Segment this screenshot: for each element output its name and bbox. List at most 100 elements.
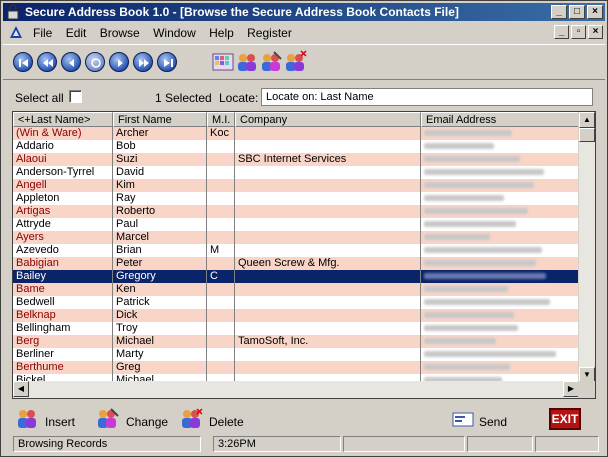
cell-last-name: Bailey	[13, 270, 113, 283]
table-row[interactable]: Belknap Dick	[13, 309, 579, 322]
exit-button[interactable]: EXIT	[549, 408, 581, 430]
table-row[interactable]: Bame Ken	[13, 283, 579, 296]
column-header-company[interactable]: Company	[235, 112, 421, 127]
blurred-email	[424, 260, 536, 266]
table-row[interactable]: Alaoui Suzi SBC Internet Services	[13, 153, 579, 166]
cell-last-name: Angell	[13, 179, 113, 192]
table-row[interactable]: Attryde Paul	[13, 218, 579, 231]
blurred-email	[424, 312, 514, 318]
scroll-right-icon[interactable]: ▶	[563, 381, 579, 397]
cell-email	[421, 270, 579, 283]
column-header-first-name[interactable]: First Name	[113, 112, 207, 127]
cell-first-name: Peter	[113, 257, 207, 270]
delete-button[interactable]: Delete	[179, 408, 245, 432]
menu-browse[interactable]: Browse	[100, 26, 140, 40]
mosaic-icon[interactable]	[211, 50, 235, 74]
change-button[interactable]: Change	[95, 408, 169, 432]
close-button[interactable]: ×	[587, 5, 603, 19]
select-all-checkbox[interactable]	[69, 90, 82, 103]
next-page-button[interactable]	[133, 52, 153, 72]
prev-record-button[interactable]	[61, 52, 81, 72]
cell-last-name: Addario	[13, 140, 113, 153]
change-label: Change	[126, 415, 169, 429]
status-mode: Browsing Records	[13, 436, 201, 452]
cell-email	[421, 296, 579, 309]
menu-register[interactable]: Register	[247, 26, 292, 40]
child-minimize-button[interactable]: _	[554, 25, 569, 39]
cell-email	[421, 218, 579, 231]
table-row[interactable]: Bedwell Patrick	[13, 296, 579, 309]
send-button[interactable]: Send	[451, 408, 511, 432]
cell-first-name: Brian	[113, 244, 207, 257]
child-restore-button[interactable]: ▫	[571, 25, 586, 39]
cell-first-name: David	[113, 166, 207, 179]
insert-button[interactable]: Insert	[15, 408, 77, 432]
contacts-icon[interactable]	[235, 50, 259, 74]
cell-last-name: Alaoui	[13, 153, 113, 166]
contacts-delete-icon[interactable]	[283, 50, 307, 74]
app-logo-icon[interactable]	[9, 25, 23, 39]
minimize-button[interactable]: _	[551, 5, 567, 19]
column-header-mi[interactable]: M.I.	[207, 112, 235, 127]
maximize-button[interactable]: □	[569, 5, 585, 19]
menu-file[interactable]: File	[33, 26, 52, 40]
blurred-email	[424, 364, 510, 370]
skip-first-icon	[19, 59, 28, 67]
cell-first-name: Kim	[113, 179, 207, 192]
blurred-email	[424, 130, 512, 136]
first-record-button[interactable]	[13, 52, 33, 72]
menu-window[interactable]: Window	[153, 26, 196, 40]
next-record-button[interactable]	[109, 52, 129, 72]
cell-last-name: Attryde	[13, 218, 113, 231]
contacts-edit-icon[interactable]	[259, 50, 283, 74]
table-row[interactable]: Berg Michael TamoSoft, Inc.	[13, 335, 579, 348]
blurred-email	[424, 351, 556, 357]
last-record-button[interactable]	[157, 52, 177, 72]
table-row[interactable]: Angell Kim	[13, 179, 579, 192]
table-row[interactable]: Azevedo Brian M	[13, 244, 579, 257]
horizontal-scrollbar[interactable]: ◀ ▶	[13, 381, 579, 398]
table-row[interactable]: Ayers Marcel	[13, 231, 579, 244]
locate-input[interactable]	[261, 88, 593, 106]
table-row[interactable]: Bailey Gregory C	[13, 270, 579, 283]
blurred-email	[424, 325, 518, 331]
cell-email	[421, 283, 579, 296]
table-row[interactable]: (Win & Ware) Archer Koc	[13, 127, 579, 140]
blurred-email	[424, 286, 508, 292]
cell-first-name: Roberto	[113, 205, 207, 218]
action-bar: Insert Change Delete Send EXIT	[3, 403, 605, 435]
vertical-scrollbar[interactable]: ▲ ▼	[578, 112, 595, 383]
menu-edit[interactable]: Edit	[66, 26, 87, 40]
column-header-last-name[interactable]: <+Last Name>	[13, 112, 113, 127]
cell-mi	[207, 205, 235, 218]
title-bar[interactable]: Secure Address Book 1.0 - [Browse the Se…	[3, 3, 605, 21]
locate-label: Locate:	[219, 91, 259, 105]
scroll-thumb[interactable]	[579, 128, 595, 142]
menu-bar: File Edit Browse Window Help Register _ ▫…	[3, 23, 605, 42]
send-label: Send	[479, 415, 508, 429]
column-header-email[interactable]: Email Address	[421, 112, 579, 127]
table-row[interactable]: Addario Bob	[13, 140, 579, 153]
table-row[interactable]: Berliner Marty	[13, 348, 579, 361]
app-lock-icon	[7, 4, 19, 20]
refresh-button[interactable]	[85, 52, 105, 72]
child-close-button[interactable]: ×	[588, 25, 603, 39]
table-row[interactable]: Berthume Greg	[13, 361, 579, 374]
cell-last-name: Ayers	[13, 231, 113, 244]
blurred-email	[424, 169, 544, 175]
blurred-email	[424, 234, 490, 240]
cell-first-name: Troy	[113, 322, 207, 335]
cell-company	[235, 296, 421, 309]
prev-page-button[interactable]	[37, 52, 57, 72]
rewind-icon	[43, 59, 53, 67]
table-row[interactable]: Appleton Ray	[13, 192, 579, 205]
menu-help[interactable]: Help	[209, 26, 234, 40]
table-row[interactable]: Bellingham Troy	[13, 322, 579, 335]
scroll-up-icon[interactable]: ▲	[579, 112, 595, 128]
table-row[interactable]: Anderson-Tyrrel David	[13, 166, 579, 179]
table-row[interactable]: Babigian Peter Queen Screw & Mfg.	[13, 257, 579, 270]
cell-first-name: Archer	[113, 127, 207, 140]
cell-company	[235, 192, 421, 205]
scroll-left-icon[interactable]: ◀	[13, 381, 29, 397]
table-row[interactable]: Artigas Roberto	[13, 205, 579, 218]
